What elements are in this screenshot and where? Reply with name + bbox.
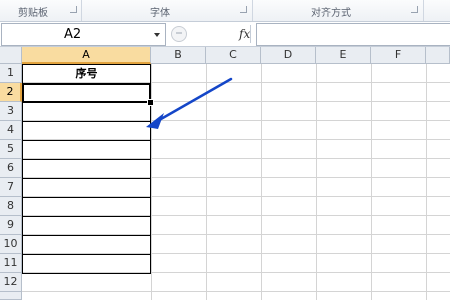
row-header-7[interactable]: 7 bbox=[0, 178, 22, 197]
cell-a8[interactable] bbox=[22, 197, 151, 217]
row-header-10[interactable]: 10 bbox=[0, 235, 22, 254]
alignment-dialog-launcher-icon[interactable] bbox=[411, 6, 418, 13]
column-header-f[interactable]: F bbox=[371, 47, 426, 64]
insert-function-icon[interactable]: fx bbox=[239, 27, 250, 41]
cell-a7[interactable] bbox=[22, 178, 151, 198]
font-dialog-launcher-icon[interactable] bbox=[240, 6, 247, 13]
row-header-13[interactable] bbox=[0, 292, 22, 300]
row-header-5[interactable]: 5 bbox=[0, 140, 22, 159]
formula-bar-divider bbox=[250, 25, 251, 43]
row-header-9[interactable]: 9 bbox=[0, 216, 22, 235]
formula-bar: A2 fx bbox=[0, 22, 450, 47]
active-cell-a2[interactable] bbox=[22, 83, 151, 103]
formula-bar-controls: fx bbox=[167, 25, 250, 43]
column-header-b[interactable]: B bbox=[151, 47, 206, 64]
row-header-6[interactable]: 6 bbox=[0, 159, 22, 178]
row-header-11[interactable]: 11 bbox=[0, 254, 22, 273]
column-header-a[interactable]: A bbox=[22, 47, 151, 64]
formula-input[interactable] bbox=[256, 23, 450, 46]
font-group-label: 字体 bbox=[150, 8, 170, 19]
row-header-12[interactable]: 12 bbox=[0, 273, 22, 292]
clipboard-group-label: 剪贴板 bbox=[18, 8, 48, 19]
chevron-down-icon[interactable] bbox=[154, 33, 160, 37]
column-header-c[interactable]: C bbox=[206, 47, 261, 64]
ribbon-group-strip: 剪贴板 字体 对齐方式 bbox=[0, 0, 450, 22]
clipboard-dialog-launcher-icon[interactable] bbox=[70, 6, 77, 13]
name-box[interactable]: A2 bbox=[1, 23, 166, 46]
row-header-1[interactable]: 1 bbox=[0, 64, 22, 83]
cell-a11[interactable] bbox=[22, 254, 151, 274]
column-header-g-partial[interactable] bbox=[426, 47, 450, 64]
annotation-arrow-icon bbox=[146, 77, 233, 129]
cell-a4[interactable] bbox=[22, 121, 151, 141]
cell-a3[interactable] bbox=[22, 102, 151, 122]
ribbon-group-clipboard: 剪贴板 bbox=[0, 0, 82, 21]
cell-a10[interactable] bbox=[22, 235, 151, 255]
row-header-4[interactable]: 4 bbox=[0, 121, 22, 140]
cell-a5[interactable] bbox=[22, 140, 151, 160]
cell-a1[interactable]: 序号 bbox=[22, 64, 151, 84]
row-header-3[interactable]: 3 bbox=[0, 102, 22, 121]
name-box-value: A2 bbox=[64, 27, 82, 42]
ribbon-group-alignment: 对齐方式 bbox=[253, 0, 424, 21]
alignment-group-label: 对齐方式 bbox=[311, 8, 351, 19]
column-header-d[interactable]: D bbox=[261, 47, 316, 64]
cell-a9[interactable] bbox=[22, 216, 151, 236]
cell-a6[interactable] bbox=[22, 159, 151, 179]
expand-circle-icon[interactable] bbox=[171, 26, 187, 42]
select-all-corner[interactable] bbox=[0, 47, 22, 64]
ribbon-group-font: 字体 bbox=[82, 0, 253, 21]
row-header-8[interactable]: 8 bbox=[0, 197, 22, 216]
row-header-2[interactable]: 2 bbox=[0, 83, 22, 102]
column-header-e[interactable]: E bbox=[316, 47, 371, 64]
